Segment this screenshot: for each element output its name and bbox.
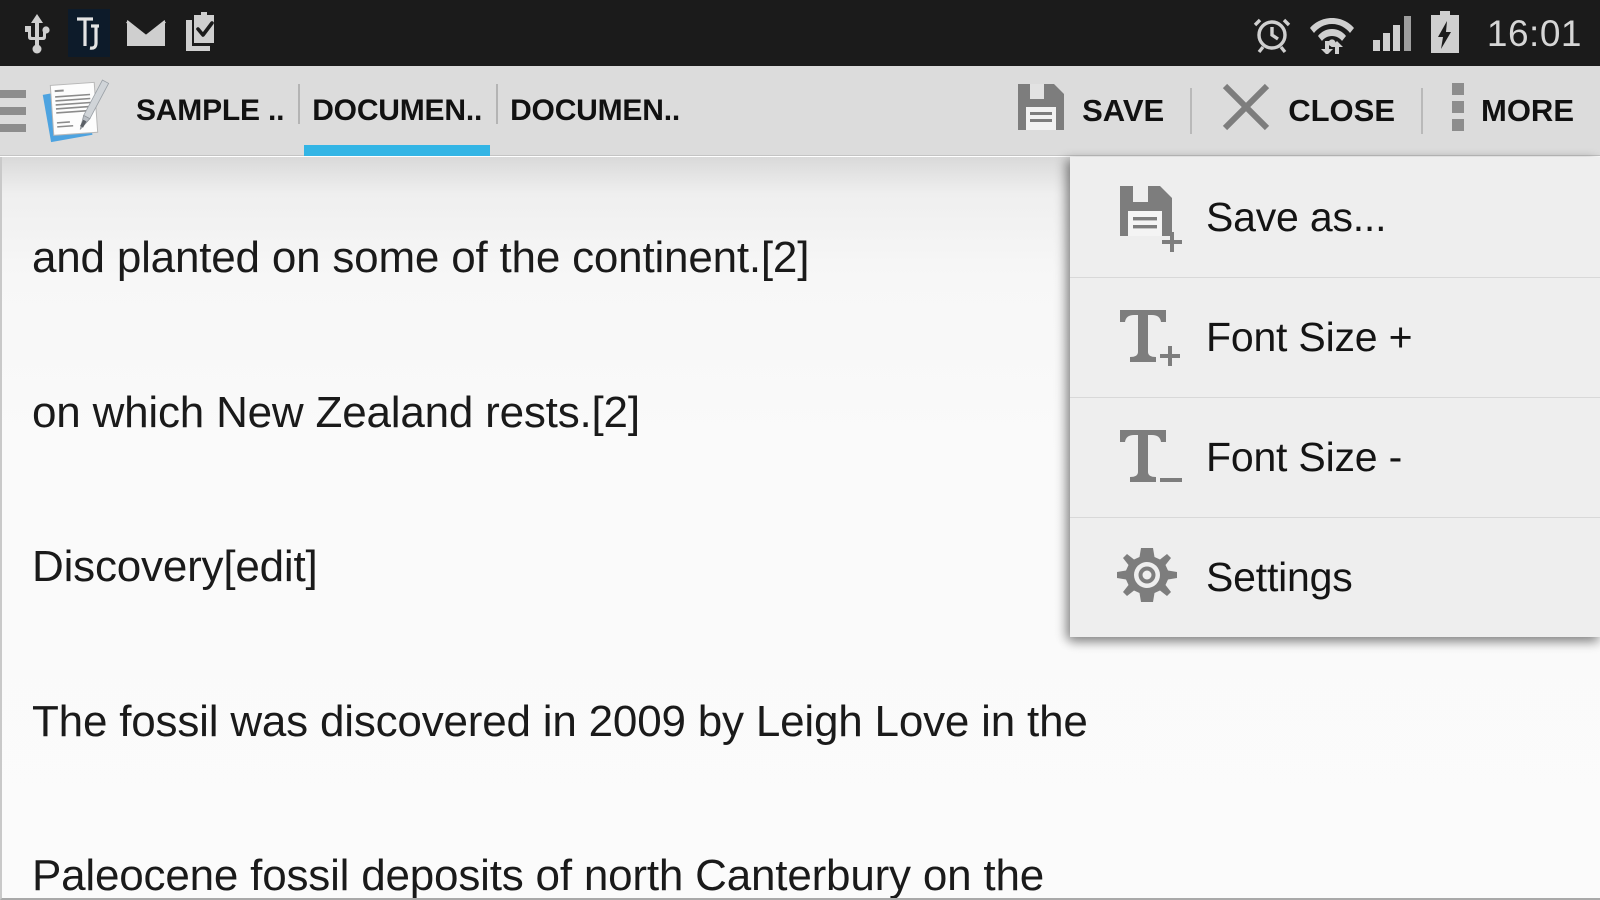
more-button[interactable]: MORE [1423,66,1600,156]
hamburger-menu-icon[interactable] [0,89,26,132]
screen-root: 16:01 SAMPLE .. DOCUMEN.. DOCUMEN.. SAVE… [0,0,1600,900]
menu-item-label: Font Size - [1206,433,1403,480]
clipboard-check-icon [182,12,218,54]
close-x-icon [1218,79,1274,143]
tab-label: DOCUMEN.. [510,93,680,127]
save-button[interactable]: SAVE [988,66,1190,156]
save-button-label: SAVE [1082,92,1165,128]
status-bar-right-icons: 16:01 [1251,11,1582,55]
usb-icon [22,12,52,54]
menu-item-label: Font Size + [1206,313,1413,360]
more-button-label: MORE [1481,92,1574,128]
overflow-menu: Save as... Font Size + Font Size - Setti… [1070,157,1600,637]
font-size-plus-icon [1114,300,1206,374]
gear-icon [1114,544,1206,610]
tab-document-2[interactable]: DOCUMEN.. [496,66,694,156]
toolbar-actions: SAVE CLOSE MORE [988,66,1600,156]
close-button-label: CLOSE [1288,92,1395,128]
menu-item-font-size-increase[interactable]: Font Size + [1070,277,1600,397]
status-bar: 16:01 [0,0,1600,66]
status-bar-clock: 16:01 [1486,12,1582,54]
document-with-pen-icon [32,76,112,146]
close-button[interactable]: CLOSE [1192,66,1421,156]
font-size-minus-icon [1114,420,1206,494]
app-toolbar: SAMPLE .. DOCUMEN.. DOCUMEN.. SAVE CLOSE… [0,66,1600,156]
menu-item-settings[interactable]: Settings [1070,517,1600,637]
document-tabs: SAMPLE .. DOCUMEN.. DOCUMEN.. [122,66,694,156]
tab-label: SAMPLE .. [136,93,285,127]
status-bar-left-icons [22,9,218,57]
tab-sample[interactable]: SAMPLE .. [122,66,298,156]
email-icon [126,18,166,48]
alarm-clock-icon [1251,12,1293,54]
tab-active-indicator [304,144,491,156]
floppy-disk-plus-icon [1114,180,1206,254]
floppy-disk-icon [1014,80,1068,142]
menu-item-save-as[interactable]: Save as... [1070,157,1600,277]
tab-document-1[interactable]: DOCUMEN.. [298,66,496,156]
tab-label: DOCUMEN.. [312,93,483,127]
menu-item-label: Settings [1206,553,1353,600]
more-vertical-dots-icon [1449,81,1467,141]
menu-item-label: Save as... [1206,193,1387,240]
doc-line: The fossil was discovered in 2009 by Lei… [32,696,1088,746]
menu-item-font-size-decrease[interactable]: Font Size - [1070,397,1600,517]
tj-text-input-icon [68,9,110,57]
doc-line: Paleocene fossil deposits of north Cante… [32,851,1044,900]
wifi-data-transfer-icon [1309,12,1355,54]
cellular-signal-icon [1371,12,1413,54]
battery-charging-icon [1429,11,1461,55]
